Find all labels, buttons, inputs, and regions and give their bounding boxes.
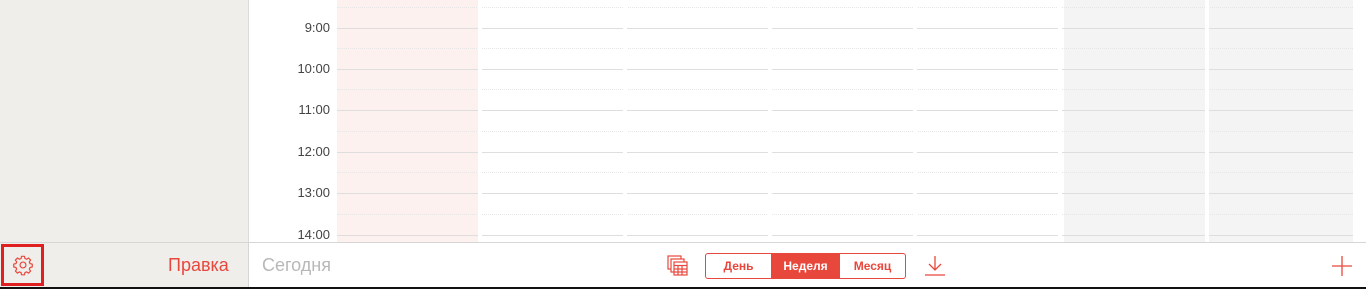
time-label: 13:00 bbox=[297, 185, 330, 200]
day-separator bbox=[1205, 0, 1209, 242]
toolbar-sidebar-area: Правка bbox=[0, 243, 249, 288]
plus-icon bbox=[1332, 256, 1352, 276]
day-separator bbox=[768, 0, 772, 242]
day-column[interactable] bbox=[627, 0, 768, 242]
day-separator bbox=[478, 0, 482, 242]
day-separator bbox=[913, 0, 917, 242]
sidebar bbox=[0, 0, 249, 242]
half-hour-gridline bbox=[337, 131, 1353, 132]
view-switcher: День Неделя Месяц bbox=[705, 253, 906, 279]
day-column[interactable] bbox=[482, 0, 623, 242]
day-separator bbox=[623, 0, 627, 242]
hour-gridline bbox=[337, 69, 1353, 70]
week-grid[interactable]: 9:00 10:00 11:00 12:00 13:00 14:00 bbox=[249, 0, 1366, 242]
half-hour-gridline bbox=[337, 7, 1353, 8]
settings-button[interactable] bbox=[1, 244, 44, 286]
edit-button[interactable]: Правка bbox=[168, 255, 229, 276]
hour-gridline bbox=[337, 28, 1353, 29]
half-hour-gridline bbox=[337, 172, 1353, 173]
time-label: 9:00 bbox=[304, 20, 330, 35]
day-column-weekend[interactable] bbox=[1064, 0, 1205, 242]
hour-gridline bbox=[337, 235, 1353, 236]
day-column[interactable] bbox=[772, 0, 913, 242]
time-label: 11:00 bbox=[298, 102, 330, 117]
half-hour-gridline bbox=[337, 89, 1353, 90]
gear-icon bbox=[12, 255, 33, 276]
calendars-button[interactable] bbox=[667, 255, 689, 282]
week-view-button[interactable]: Неделя bbox=[772, 254, 840, 278]
download-icon bbox=[925, 256, 945, 276]
time-label: 12:00 bbox=[297, 144, 330, 159]
hour-gridline bbox=[337, 193, 1353, 194]
time-label: 10:00 bbox=[297, 61, 330, 76]
month-view-button[interactable]: Месяц bbox=[840, 254, 905, 278]
day-column-weekend[interactable] bbox=[1209, 0, 1353, 242]
inbox-button[interactable] bbox=[924, 254, 946, 283]
today-button[interactable]: Сегодня bbox=[262, 255, 331, 276]
hour-gridline bbox=[337, 152, 1353, 153]
add-event-button[interactable] bbox=[1330, 254, 1354, 283]
calendars-icon bbox=[667, 255, 688, 276]
day-separator bbox=[1058, 0, 1062, 242]
time-label: 14:00 bbox=[297, 227, 330, 242]
bottom-toolbar: Правка Сегодня День Неделя Месяц bbox=[0, 242, 1366, 288]
hour-gridline bbox=[337, 110, 1353, 111]
day-column[interactable] bbox=[917, 0, 1058, 242]
day-column-today[interactable] bbox=[337, 0, 478, 242]
day-view-button[interactable]: День bbox=[706, 254, 772, 278]
half-hour-gridline bbox=[337, 48, 1353, 49]
half-hour-gridline bbox=[337, 214, 1353, 215]
